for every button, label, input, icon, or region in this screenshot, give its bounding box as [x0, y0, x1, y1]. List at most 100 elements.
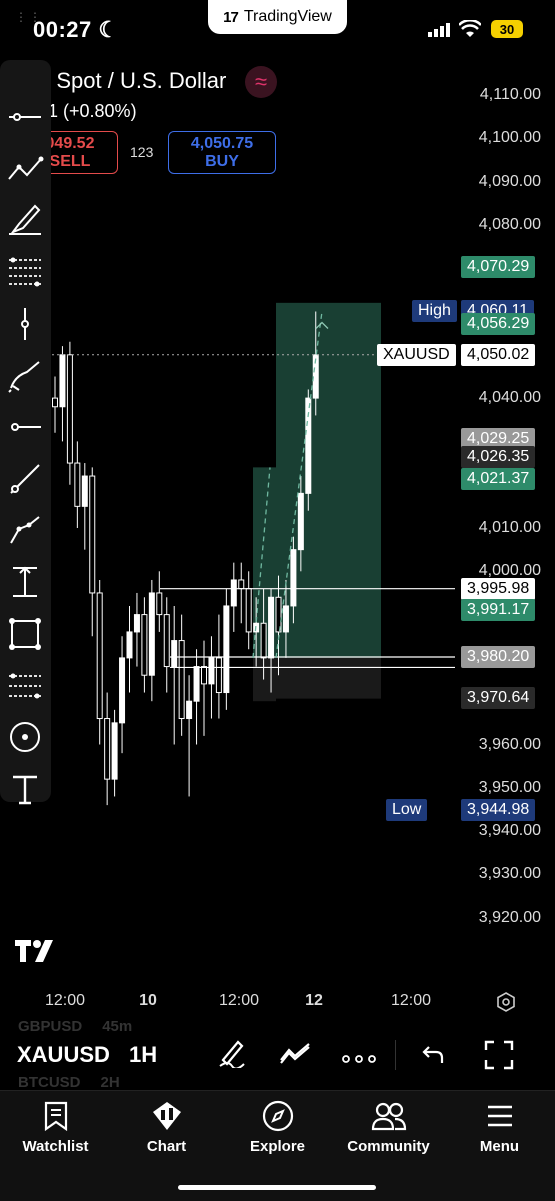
high-label: High — [412, 300, 457, 323]
low-label: Low — [386, 798, 428, 821]
tab-explore[interactable]: Explore — [222, 1098, 333, 1155]
more-icon[interactable] — [342, 1050, 376, 1068]
horizontal-line-icon[interactable] — [5, 97, 45, 137]
prev-symbol: GBPUSD 45m — [18, 1018, 133, 1035]
candle-body — [81, 475, 88, 507]
candle-body — [290, 549, 297, 607]
tradingview-watermark-icon — [15, 938, 59, 969]
measure-icon[interactable] — [5, 562, 45, 602]
candle-body — [230, 579, 237, 607]
tab-community[interactable]: Community — [333, 1098, 444, 1155]
hamburger-icon — [444, 1098, 555, 1134]
candle-body — [260, 622, 267, 659]
price-axis-label: 4,100.00 — [478, 129, 541, 147]
entry-tag: 4,021.37 — [461, 467, 536, 490]
price-tag: 4,026.35 — [461, 446, 536, 469]
tab-label: Chart — [146, 1138, 187, 1155]
trend-lines-icon[interactable] — [5, 149, 45, 189]
people-icon — [333, 1098, 444, 1134]
candle-body — [163, 614, 170, 668]
low-price-tag: 3,944.98 — [461, 798, 536, 821]
candle-body — [223, 605, 230, 694]
candle-body — [59, 354, 66, 408]
candle-body — [133, 614, 140, 633]
timeframe-selector[interactable]: 1H — [129, 1042, 157, 1068]
parallel-channel-icon[interactable] — [5, 666, 45, 706]
tab-menu[interactable]: Menu — [444, 1098, 555, 1155]
ray-icon[interactable] — [5, 459, 45, 499]
price-chart[interactable] — [0, 0, 555, 1000]
candle-body — [74, 462, 81, 507]
tab-label: Community — [347, 1138, 430, 1155]
candle-body — [141, 614, 148, 676]
line-price-tag: 3,995.98 — [461, 577, 536, 600]
candle-body — [268, 596, 275, 659]
candle-body — [193, 666, 200, 702]
symbol-selector[interactable]: XAUUSD — [17, 1042, 110, 1068]
symbol-label: XAUUSD — [377, 343, 456, 366]
price-axis-label: 4,080.00 — [478, 215, 541, 233]
price-axis-label: 4,090.00 — [478, 172, 541, 190]
undo-icon[interactable] — [421, 1043, 445, 1070]
stop-loss-tag: 3,970.64 — [461, 687, 536, 710]
price-axis-label: 4,110.00 — [479, 86, 541, 103]
rectangle-icon[interactable] — [5, 614, 45, 654]
line-price-tag: 3,980.20 — [461, 646, 536, 669]
circle-icon[interactable] — [5, 717, 45, 757]
drawing-pen-icon[interactable] — [218, 1038, 246, 1073]
candle-body — [245, 588, 252, 633]
price-axis-label: 3,920.00 — [478, 908, 541, 926]
tab-watchlist[interactable]: Watchlist — [0, 1098, 111, 1155]
candle-body — [282, 605, 289, 633]
candle-body — [148, 592, 155, 676]
candle-body — [215, 657, 222, 694]
last-price-tag: 4,050.02 — [461, 343, 536, 366]
fib-retracement-icon[interactable] — [5, 252, 45, 292]
tab-chart[interactable]: Chart — [111, 1098, 222, 1155]
vertical-line-icon[interactable] — [5, 304, 45, 344]
candle-body — [186, 700, 193, 720]
long-position-stop-zone — [276, 657, 381, 699]
time-label: 12:00 — [44, 992, 86, 1009]
indicators-icon[interactable] — [279, 1042, 311, 1069]
tab-label: Menu — [479, 1138, 520, 1155]
pen-icon[interactable] — [5, 356, 45, 396]
time-label: 10 — [139, 992, 157, 1009]
take-profit-tag: 4,056.29 — [461, 313, 536, 336]
price-axis-label: 4,010.00 — [478, 519, 541, 536]
candle-body — [156, 592, 163, 616]
settings-hex-icon[interactable] — [496, 992, 516, 1017]
candle-body — [104, 718, 111, 780]
bookmark-icon — [0, 1098, 111, 1134]
path-icon[interactable] — [5, 511, 45, 551]
home-indicator — [178, 1185, 376, 1190]
brush-icon[interactable] — [5, 200, 45, 240]
entry-tag: 3,991.17 — [461, 598, 536, 621]
candle-body — [126, 631, 133, 659]
time-label: 12:00 — [218, 992, 260, 1009]
grip-icon[interactable]: ⋮⋮ — [15, 10, 43, 24]
candle-body — [178, 640, 185, 720]
next-symbol: BTCUSD 2H — [18, 1074, 120, 1091]
candle-body — [66, 354, 73, 464]
candle-body — [96, 592, 103, 720]
candle-body — [171, 640, 178, 668]
time-label: 12 — [305, 992, 323, 1009]
fullscreen-icon[interactable] — [484, 1040, 514, 1075]
toolbar-divider — [395, 1040, 396, 1070]
compass-icon — [222, 1098, 333, 1134]
price-axis-label: 3,930.00 — [478, 865, 541, 883]
candle-body — [111, 722, 118, 780]
price-axis-label: 3,940.00 — [478, 822, 541, 840]
price-axis-label: 3,960.00 — [478, 735, 541, 753]
tab-label: Explore — [249, 1138, 306, 1155]
candle-body — [119, 657, 126, 724]
candle-body — [297, 492, 304, 551]
text-icon[interactable] — [5, 769, 45, 809]
time-label: 12:00 — [390, 992, 432, 1009]
candle-body — [52, 397, 58, 408]
horizontal-ray-icon[interactable] — [5, 407, 45, 447]
candle-body — [238, 579, 245, 590]
take-profit-tag: 4,070.29 — [461, 255, 536, 278]
price-axis-label: 4,040.00 — [478, 389, 541, 407]
